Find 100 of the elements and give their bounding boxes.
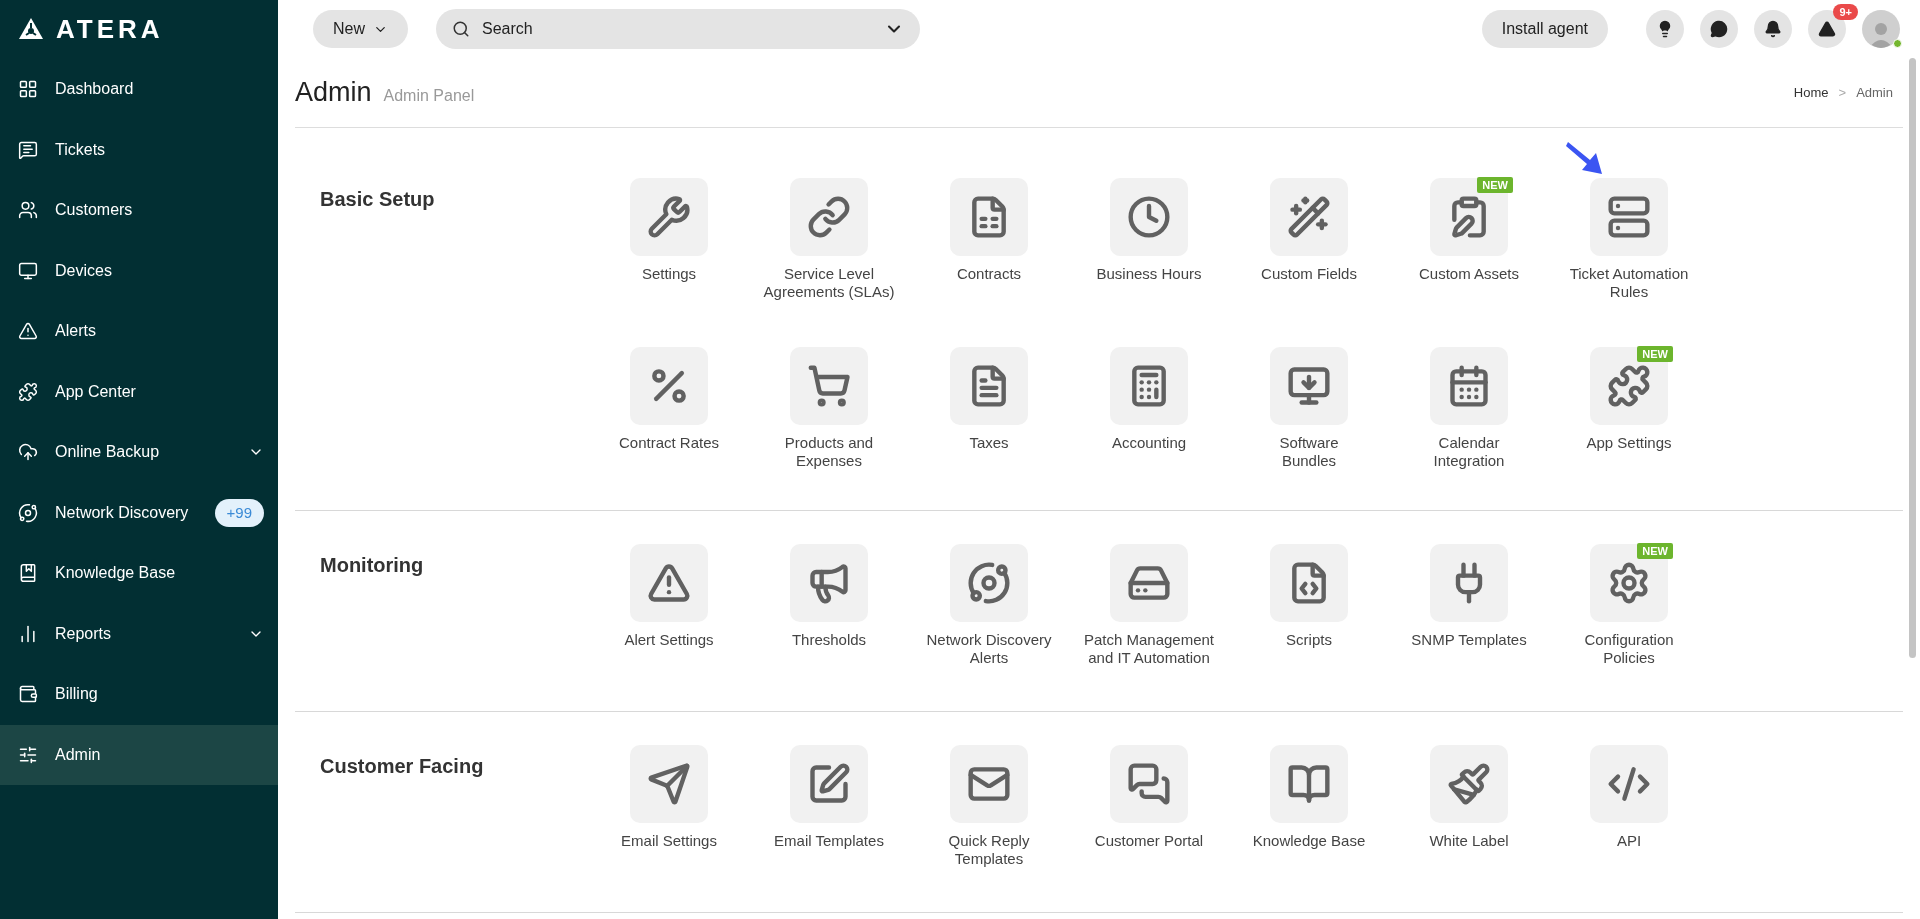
search-icon	[452, 20, 470, 38]
admin-shortcut[interactable]: Thresholds	[749, 544, 909, 682]
search-field[interactable]: Search	[436, 9, 920, 49]
admin-shortcut[interactable]: Service Level Agreements (SLAs)	[749, 178, 909, 316]
notifications-button[interactable]	[1754, 10, 1792, 48]
admin-shortcut[interactable]: Products and Expenses	[749, 347, 909, 485]
sidebar-item[interactable]: Knowledge Base	[0, 543, 278, 604]
megaphone-icon	[807, 561, 851, 605]
shortcut-label: Network Discovery Alerts	[926, 631, 1052, 667]
cloud-upload-icon	[18, 442, 38, 463]
new-badge: NEW	[1477, 177, 1513, 193]
clock-icon	[1127, 195, 1171, 239]
warning-icon	[18, 321, 38, 342]
sidebar-item[interactable]: Admin	[0, 724, 278, 785]
admin-shortcut[interactable]: Settings	[589, 178, 749, 316]
shortcut-label: Quick Reply Templates	[948, 832, 1030, 868]
sidebar-item[interactable]: Dashboard	[0, 59, 278, 120]
admin-shortcut[interactable]: Ticket Automation Rules	[1549, 178, 1709, 316]
shortcut-label: White Label	[1429, 832, 1509, 850]
puzzle-icon	[1607, 364, 1651, 408]
sidebar-item[interactable]: Tickets	[0, 119, 278, 180]
shortcut-label: Knowledge Base	[1252, 832, 1366, 850]
shortcut-label: Email Settings	[621, 832, 717, 850]
admin-shortcut[interactable]: Knowledge Base	[1229, 745, 1389, 883]
lightbulb-button[interactable]	[1646, 10, 1684, 48]
section-title: Basic Setup	[320, 188, 435, 210]
new-button[interactable]: New	[313, 10, 408, 48]
admin-shortcut[interactable]: Business Hours	[1069, 178, 1229, 316]
shortcut-label: Software Bundles	[1279, 434, 1339, 470]
shortcut-label: Custom Assets	[1418, 265, 1519, 283]
install-agent-button[interactable]: Install agent	[1481, 10, 1608, 48]
sidebar-item[interactable]: Online Backup	[0, 422, 278, 483]
section-title: Monitoring	[320, 554, 424, 576]
shortcut-label: Products and Expenses	[784, 434, 874, 470]
admin-shortcut[interactable]: NEW App Settings	[1549, 347, 1709, 485]
shortcut-label: Thresholds	[791, 631, 867, 649]
gear-icon	[1607, 561, 1651, 605]
admin-shortcut[interactable]: Accounting	[1069, 347, 1229, 485]
notification-badge: 9+	[1833, 4, 1858, 20]
admin-shortcut[interactable]: Customer Portal	[1069, 745, 1229, 883]
logo-icon	[18, 17, 44, 41]
admin-shortcut[interactable]: Email Templates	[749, 745, 909, 883]
admin-shortcut[interactable]: Calendar Integration	[1389, 347, 1549, 485]
link-icon	[807, 195, 851, 239]
admin-shortcut[interactable]: Patch Management and IT Automation	[1069, 544, 1229, 682]
edit-icon	[807, 762, 851, 806]
cart-icon	[807, 364, 851, 408]
magic-wand-icon	[1287, 195, 1331, 239]
shortcut-label: Calendar Integration	[1433, 434, 1505, 470]
sidebar-item[interactable]: Devices	[0, 240, 278, 301]
sidebar-item[interactable]: Customers	[0, 180, 278, 241]
book-icon	[1287, 762, 1331, 806]
count-badge: +99	[214, 498, 264, 527]
shortcut-label: Configuration Policies	[1584, 631, 1674, 667]
admin-shortcut[interactable]: Custom Fields	[1229, 178, 1389, 316]
shortcut-label: Contracts	[956, 265, 1022, 283]
shortcut-label: App Settings	[1586, 434, 1672, 452]
monitor-download-icon	[1287, 364, 1331, 408]
wallet-icon	[18, 684, 38, 705]
calendar-icon	[1447, 364, 1491, 408]
shortcut-label: Ticket Automation Rules	[1569, 265, 1689, 301]
scrollbar[interactable]	[1909, 58, 1916, 658]
shortcut-label: Contract Rates	[618, 434, 719, 452]
admin-shortcut[interactable]: Taxes	[909, 347, 1069, 485]
users-icon	[18, 200, 38, 221]
admin-shortcut[interactable]: NEW Custom Assets	[1389, 178, 1549, 316]
paintbrush-icon	[1447, 762, 1491, 806]
search-input[interactable]: Search	[482, 17, 872, 41]
bar-chart-icon	[18, 623, 38, 644]
chat-icon	[1710, 20, 1728, 38]
shortcut-label: Patch Management and IT Automation	[1083, 631, 1215, 667]
monitor-icon	[18, 260, 38, 281]
admin-shortcut[interactable]: Quick Reply Templates	[909, 745, 1069, 883]
shortcut-label: Alert Settings	[624, 631, 714, 649]
admin-shortcut[interactable]: Software Bundles	[1229, 347, 1389, 485]
admin-shortcut[interactable]: Email Settings	[589, 745, 749, 883]
admin-shortcut[interactable]: Network Discovery Alerts	[909, 544, 1069, 682]
shortcut-label: Scripts	[1286, 631, 1332, 649]
admin-shortcut[interactable]: Alert Settings	[589, 544, 749, 682]
shortcut-label: Custom Fields	[1261, 265, 1357, 283]
sidebar-item[interactable]: Alerts	[0, 301, 278, 362]
sidebar-item[interactable]: Billing	[0, 664, 278, 725]
chat-button[interactable]	[1700, 10, 1738, 48]
admin-shortcut[interactable]: NEW Configuration Policies	[1549, 544, 1709, 682]
wrench-icon	[647, 195, 691, 239]
admin-shortcut[interactable]: Contract Rates	[589, 347, 749, 485]
sidebar-item[interactable]: Network Discovery +99	[0, 482, 278, 543]
shortcut-label: SNMP Templates	[1411, 631, 1527, 649]
admin-shortcut[interactable]: API	[1549, 745, 1709, 883]
shortcut-label: Customer Portal	[1094, 832, 1204, 850]
shortcut-label: API	[1616, 832, 1642, 850]
admin-shortcut[interactable]: Scripts	[1229, 544, 1389, 682]
breadcrumb-link[interactable]: Home	[1793, 82, 1829, 103]
sidebar-item[interactable]: Reports	[0, 603, 278, 664]
admin-shortcut[interactable]: Contracts	[909, 178, 1069, 316]
page-subtitle: Admin Panel	[383, 86, 475, 107]
chat-icon	[18, 139, 38, 160]
sidebar-item[interactable]: App Center	[0, 361, 278, 422]
admin-shortcut[interactable]: SNMP Templates	[1389, 544, 1549, 682]
admin-shortcut[interactable]: White Label	[1389, 745, 1549, 883]
